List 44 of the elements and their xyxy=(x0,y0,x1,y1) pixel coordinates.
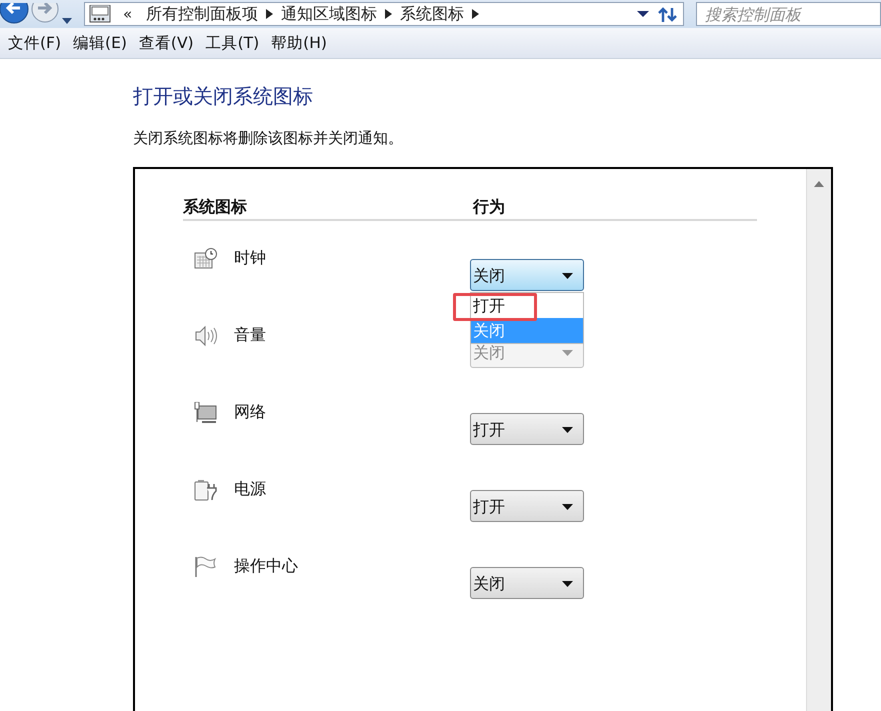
menu-item[interactable]: 文件(F) xyxy=(2,32,68,54)
scrollbar[interactable] xyxy=(806,169,831,711)
column-header: 行为 xyxy=(473,197,505,218)
calendar-clock-icon xyxy=(194,248,218,270)
behavior-dropdown[interactable]: 关闭 xyxy=(470,259,584,291)
icon-name: 网络 xyxy=(234,402,267,423)
speaker-icon xyxy=(194,325,218,347)
chevron-icon[interactable] xyxy=(385,9,392,19)
breadcrumb-item[interactable]: 系统图标 xyxy=(400,4,464,24)
icon-name: 电源 xyxy=(234,479,267,500)
scroll-up-arrow-icon[interactable] xyxy=(814,181,824,187)
breadcrumb-item[interactable]: 通知区域图标 xyxy=(281,4,378,24)
behavior-dropdown[interactable]: 打开 xyxy=(470,413,584,445)
back-button[interactable] xyxy=(0,3,30,25)
battery-plug-icon xyxy=(194,479,218,501)
chevron-icon[interactable] xyxy=(472,9,480,19)
icon-name: 操作中心 xyxy=(234,556,299,577)
icon-name: 时钟 xyxy=(234,248,267,269)
behavior-dropdown[interactable]: 打开 xyxy=(470,490,584,522)
menu-item[interactable]: 编辑(E) xyxy=(67,32,133,54)
breadcrumb-item[interactable]: 所有控制面板项 xyxy=(146,4,258,24)
menu-item[interactable]: 帮助(H) xyxy=(265,32,333,54)
icon-name: 音量 xyxy=(234,325,267,346)
caret-icon[interactable] xyxy=(562,504,573,510)
description-text: 关闭系统图标将删除该图标并关闭通知。 xyxy=(133,129,404,148)
caret-icon[interactable] xyxy=(62,17,72,25)
page-heading: 打开或关闭系统图标 xyxy=(133,83,314,110)
address-bar[interactable]: « 所有控制面板项 通知区域图标 系统图标 xyxy=(84,2,684,26)
dropdown-icon[interactable] xyxy=(637,10,649,18)
menu-item[interactable]: 查看(V) xyxy=(132,32,200,54)
caret-icon[interactable] xyxy=(562,581,573,587)
monitor-icon xyxy=(194,402,218,424)
caret-icon[interactable] xyxy=(562,427,573,433)
behavior-dropdown[interactable]: 关闭 xyxy=(470,567,584,599)
control-panel-icon xyxy=(89,5,111,23)
column-header: 系统图标 xyxy=(183,197,248,218)
menu-item[interactable]: 工具(T) xyxy=(200,32,266,54)
refresh-icon[interactable] xyxy=(657,5,679,23)
search-field[interactable]: 搜索控制面板 xyxy=(696,2,881,26)
dropdown-option[interactable]: 打开 xyxy=(471,293,583,318)
chevron-icon[interactable] xyxy=(266,9,274,19)
overflow-chevron[interactable]: « xyxy=(123,5,132,23)
flag-icon xyxy=(194,556,218,578)
caret-icon[interactable] xyxy=(562,273,573,279)
